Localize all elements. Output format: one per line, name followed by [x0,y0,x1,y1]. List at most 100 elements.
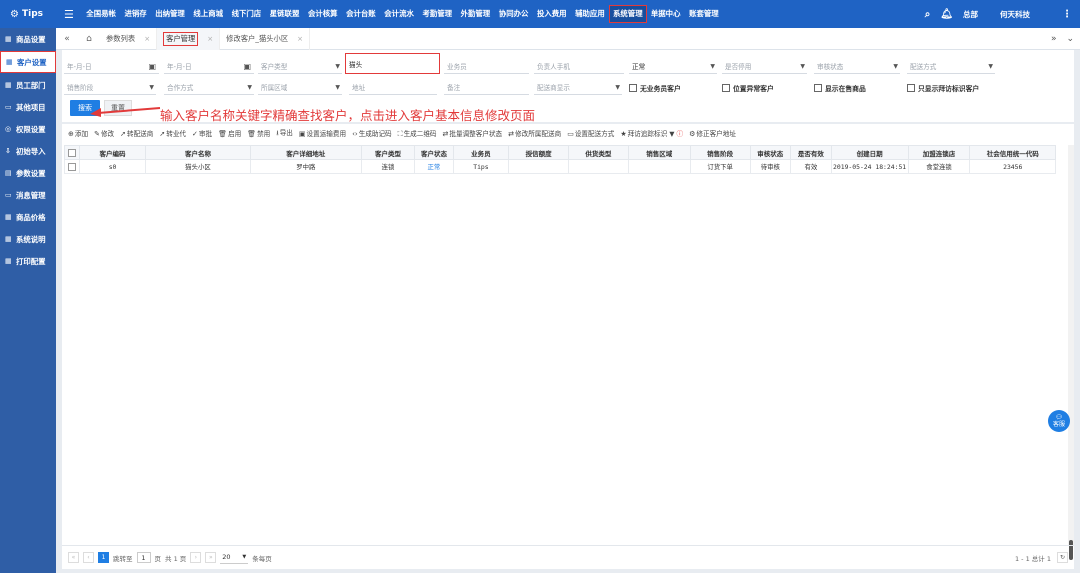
distributor-select[interactable]: 配送商显示 ▼ [534,80,622,95]
column-header[interactable]: 客户状态 [414,145,454,160]
company-name[interactable]: 何天科技 [1000,9,1030,20]
page-size-select[interactable]: 20 ▼ [220,552,249,564]
top-menu-item[interactable]: 会计流水 [380,6,418,22]
toolbar-button[interactable]: ⭳导出 [276,127,293,140]
top-menu-item[interactable]: 协同办公 [495,6,533,22]
vertical-scrollbar[interactable] [1068,145,1074,560]
more-vertical-icon[interactable]: ⋮ [1062,9,1072,20]
salesman-input[interactable]: 业务员 [444,59,529,74]
sidebar-item[interactable]: ▦ 员工部门 [0,74,56,96]
toolbar-button[interactable]: ⇄批量调整客户状态 [443,128,503,138]
top-menu-item[interactable]: 线上商城 [189,6,227,22]
refresh-icon[interactable]: ↻ [1057,552,1068,563]
sidebar-item[interactable]: ▦ 打印配置 [0,250,56,272]
first-page-button[interactable]: « [68,552,79,563]
top-menu-item[interactable]: 投入费用 [533,6,571,22]
checkbox-box[interactable] [629,84,637,92]
column-header[interactable]: 客户名称 [145,145,251,160]
prev-page-button[interactable]: ‹ [83,552,94,563]
close-icon[interactable]: × [297,35,303,43]
column-header[interactable]: 供货类型 [567,145,629,160]
hamburger-menu-icon[interactable]: ☰ [64,8,78,21]
sales-stage-select[interactable]: 销售阶段 ▼ [64,80,156,95]
sidebar-item[interactable]: ▤ 参数设置 [0,162,56,184]
sidebar-item[interactable]: ▦ 商品价格 [0,206,56,228]
column-header[interactable]: 加盟连锁店 [907,145,971,160]
top-menu-item[interactable]: 星链联盟 [265,6,303,22]
delivery-method-select[interactable]: 配送方式 ▼ [907,59,995,74]
column-header[interactable]: 业务员 [452,145,510,160]
customer-type-select[interactable]: 客户类型 ▼ [258,59,342,74]
current-page-button[interactable]: 1 [98,552,109,563]
toolbar-button[interactable]: ▭设置配送方式 [567,128,614,138]
no-salesman-checkbox[interactable]: 无业务员客户 [629,83,681,93]
next-page-button[interactable]: › [190,552,202,563]
toolbar-button[interactable]: ▣设置运输费用 [299,128,346,138]
top-menu-item[interactable]: 考勤管理 [418,6,456,22]
toolbar-button[interactable]: ⚙修正客户地址 [689,128,736,138]
app-logo[interactable]: ⚙ Tips [0,9,64,20]
column-header[interactable]: 客户详细地址 [249,145,362,160]
column-header[interactable]: 客户类型 [360,145,416,160]
goto-page-input[interactable]: 1 [136,552,151,563]
top-menu-item[interactable]: 系统管理 [609,5,647,23]
chevron-down-icon[interactable]: ⌄ [1066,34,1074,44]
top-menu-item[interactable]: 出纳管理 [151,6,189,22]
checkbox-box[interactable] [814,84,822,92]
checkbox-box[interactable] [67,162,76,171]
date-start-input[interactable]: 年-月-日 ▣ [64,59,159,74]
column-header[interactable]: 客户编码 [78,145,147,160]
sidebar-item[interactable]: ▦ 系统说明 [0,228,56,250]
toolbar-button[interactable]: ✎修改 [94,128,114,138]
column-header[interactable]: 创建日期 [830,145,909,160]
toolbar-button[interactable]: 🗑︎启用 [218,128,241,138]
sidebar-item[interactable]: ▭ 其他项目 [0,96,56,118]
date-end-input[interactable]: 年-月-日 ▣ [164,59,254,74]
bell-icon[interactable]: 🔔︎ [940,9,953,20]
toolbar-button[interactable]: 🗑︎禁用 [247,128,270,138]
toolbar-button[interactable]: ✓审批 [192,128,212,138]
tab[interactable]: 参数列表 × [100,27,158,50]
column-header[interactable]: 授信额度 [508,145,569,160]
toolbar-button[interactable]: ➚转业代 [159,128,186,138]
customer-keyword-input[interactable]: 猫头 [345,53,440,74]
region-select[interactable]: 所属区域 ▼ [258,80,342,95]
sidebar-item[interactable]: ▭ 消息管理 [0,184,56,206]
sidebar-item[interactable]: ▦ 客户设置 [0,51,56,73]
table-row[interactable]: s0 猫头小区 罗中路 连锁 正常 Tips 订货下单 待审核 有效 2019-05-24 18:… [64,159,1056,174]
column-header[interactable]: 销售区域 [627,145,691,160]
tab[interactable]: 客户管理 × [157,27,221,50]
toolbar-button[interactable]: ➚转配送商 [120,128,153,138]
home-icon[interactable]: ⌂ [78,34,100,44]
checkbox-box[interactable] [67,148,76,157]
top-menu-item[interactable]: 线下门店 [227,6,265,22]
top-menu-item[interactable]: 会计台账 [342,6,380,22]
top-menu-item[interactable]: 外勤管理 [456,6,494,22]
cooperation-select[interactable]: 合作方式 ▼ [164,80,254,95]
top-menu-item[interactable]: 账套管理 [685,6,723,22]
disabled-select[interactable]: 是否停用 ▼ [722,59,807,74]
toolbar-button[interactable]: ★拜访追踪标识 ▼ ⓘ [620,128,683,138]
audit-status-select[interactable]: 审核状态 ▼ [814,59,900,74]
show-on-sale-checkbox[interactable]: 显示在售商品 [814,83,866,93]
tabs-next-icon[interactable]: » [1051,34,1057,44]
tab[interactable]: 修改客户_猫头小区 × [220,27,311,50]
top-menu-item[interactable]: 会计核算 [304,6,342,22]
top-menu-item[interactable]: 辅助应用 [571,6,609,22]
top-menu-item[interactable]: 进销存 [120,6,151,22]
sidebar-item[interactable]: ▦ 商品设置 [0,28,56,50]
close-icon[interactable]: × [207,35,213,43]
sidebar-item[interactable]: ◎ 权限设置 [0,118,56,140]
column-header[interactable]: 审核状态 [749,145,792,160]
toolbar-button[interactable]: ⛶生成二维码 [398,128,437,139]
select-all-checkbox[interactable] [64,145,80,160]
close-icon[interactable]: × [144,35,150,43]
address-input[interactable]: 地址 [349,80,437,95]
top-menu-item[interactable]: 全国易帐 [82,6,120,22]
only-visit-checkbox[interactable]: 只显示拜访标识客户 [907,83,979,93]
customer-service-button[interactable]: 💬︎ 客服 [1048,410,1070,432]
column-header[interactable]: 销售阶段 [689,145,751,160]
checkbox-box[interactable] [907,84,915,92]
sidebar-item[interactable]: ⇩ 初始导入 [0,140,56,162]
user-role[interactable]: 总部 [963,9,978,20]
